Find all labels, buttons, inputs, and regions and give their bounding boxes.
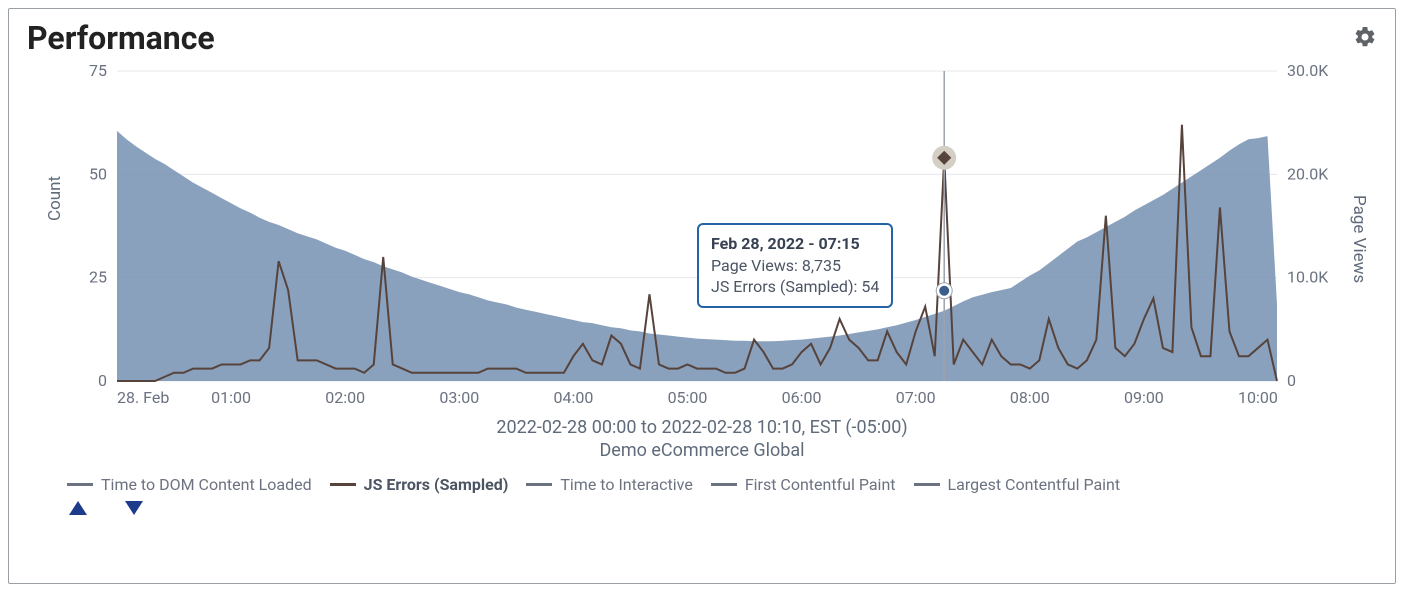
legend-swatch [330, 483, 356, 486]
svg-text:0: 0 [98, 371, 107, 390]
panel-title: Performance [27, 19, 1377, 57]
svg-text:07:00: 07:00 [896, 388, 936, 407]
svg-text:20.0K: 20.0K [1287, 164, 1329, 183]
legend-swatch [526, 483, 552, 486]
legend-item-3[interactable]: First Contentful Paint [711, 475, 896, 494]
svg-text:09:00: 09:00 [1124, 388, 1164, 407]
svg-text:75: 75 [89, 61, 107, 80]
legend-item-2[interactable]: Time to Interactive [526, 475, 692, 494]
scroll-up-icon[interactable] [69, 501, 87, 515]
scroll-controls [27, 500, 1377, 519]
svg-text:02:00: 02:00 [325, 388, 365, 407]
legend-swatch [67, 483, 93, 486]
legend-item-4[interactable]: Largest Contentful Paint [914, 475, 1121, 494]
svg-text:10.0K: 10.0K [1287, 268, 1329, 287]
legend-label: Time to Interactive [560, 475, 692, 494]
svg-text:0: 0 [1287, 371, 1296, 390]
svg-text:08:00: 08:00 [1010, 388, 1050, 407]
svg-text:25: 25 [89, 268, 107, 287]
legend-label: JS Errors (Sampled) [364, 475, 509, 494]
svg-text:01:00: 01:00 [211, 388, 251, 407]
svg-text:28. Feb: 28. Feb [117, 388, 169, 407]
performance-panel: Performance Count 0 25 50 75 0 10.0K 20.0K 30.0… [8, 8, 1396, 584]
legend-label: Largest Contentful Paint [948, 475, 1121, 494]
gear-icon[interactable] [1353, 25, 1377, 49]
performance-chart[interactable]: 0 25 50 75 0 10.0K 20.0K 30.0K 28. Feb 01:00 02:00… [57, 61, 1357, 411]
chart-legend: Time to DOM Content Loaded JS Errors (Sam… [27, 475, 1377, 494]
legend-item-0[interactable]: Time to DOM Content Loaded [67, 475, 312, 494]
chart-area[interactable]: Count 0255075010.0K20.0K30.0K28. Feb01:0… [57, 61, 1377, 415]
legend-swatch [914, 483, 940, 486]
svg-text:10:00: 10:00 [1238, 388, 1278, 407]
svg-text:04:00: 04:00 [553, 388, 593, 407]
y-axis-right-title: Page Views [1349, 195, 1369, 283]
svg-text:03:00: 03:00 [439, 388, 479, 407]
chart-date-range: 2022-02-28 00:00 to 2022-02-28 10:10, ES… [27, 417, 1377, 438]
legend-item-1[interactable]: JS Errors (Sampled) [330, 475, 509, 494]
svg-text:05:00: 05:00 [668, 388, 708, 407]
svg-text:30.0K: 30.0K [1287, 61, 1329, 80]
legend-swatch [711, 483, 737, 486]
svg-text:50: 50 [89, 164, 107, 183]
chart-site-name: Demo eCommerce Global [27, 440, 1377, 461]
legend-label: Time to DOM Content Loaded [101, 475, 312, 494]
y-axis-left-title: Count [45, 176, 65, 221]
svg-text:06:00: 06:00 [782, 388, 822, 407]
scroll-down-icon[interactable] [125, 501, 143, 515]
legend-label: First Contentful Paint [745, 475, 896, 494]
